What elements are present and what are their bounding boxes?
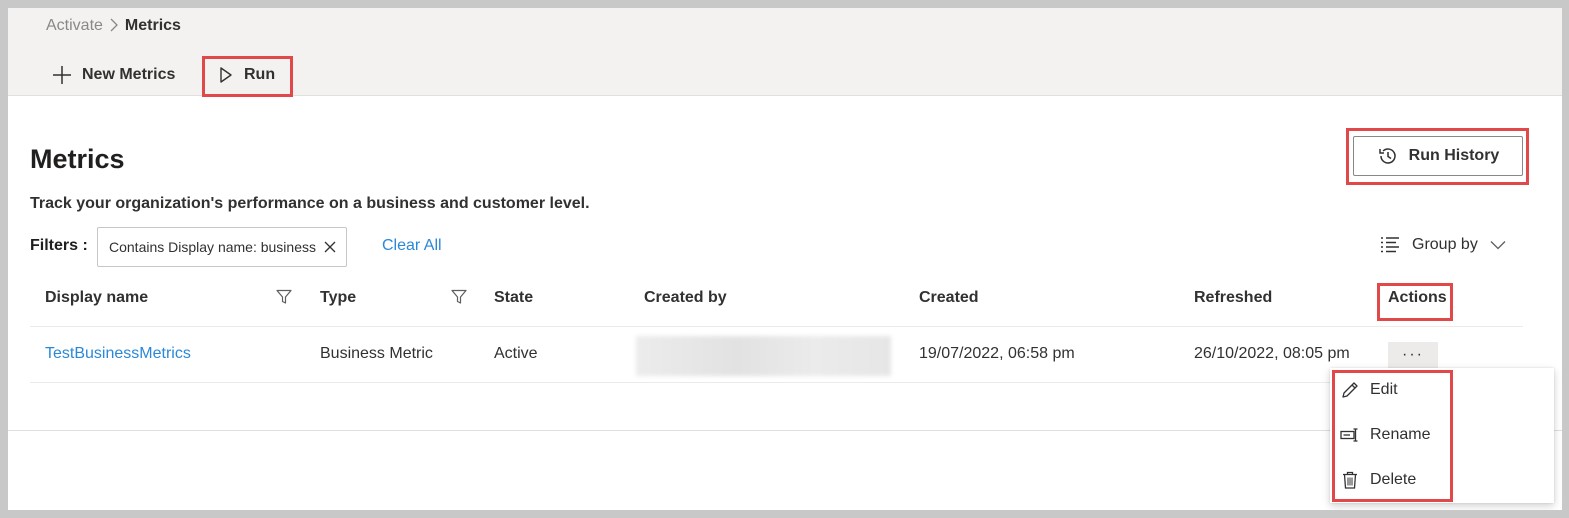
rename-icon [1340,428,1358,442]
metric-refreshed: 26/10/2022, 08:05 pm [1194,345,1350,362]
actions-context-menu: Edit Rename Delete [1330,368,1554,503]
metric-state: Active [494,345,538,362]
filters-label: Filters : [30,237,88,254]
filter-icon[interactable] [451,289,467,305]
page-subtitle: Track your organization's performance on… [30,195,590,212]
column-header-display-name[interactable]: Display name [45,289,148,307]
play-icon [220,67,232,83]
created-by-redacted [636,336,891,376]
table-header-divider [30,326,1523,327]
run-button[interactable]: Run [218,58,275,92]
history-icon [1378,148,1396,164]
breadcrumb-activate[interactable]: Activate [46,17,103,35]
new-metrics-button[interactable]: New Metrics [52,58,175,92]
column-header-state[interactable]: State [494,289,533,307]
column-header-refreshed[interactable]: Refreshed [1194,289,1272,307]
filter-icon[interactable] [276,289,292,305]
group-by-label: Group by [1412,236,1478,253]
metric-name-link[interactable]: TestBusinessMetrics [45,345,191,363]
app-window: Activate Metrics New Metrics Run Metrics… [8,8,1562,510]
page-title: Metrics [30,144,125,174]
menu-item-delete[interactable]: Delete [1330,460,1554,500]
chevron-down-icon [1490,240,1506,250]
new-metrics-label: New Metrics [82,66,176,83]
run-history-label: Run History [1408,147,1500,164]
breadcrumb: Activate Metrics [46,17,181,35]
add-icon [53,66,71,84]
metric-type: Business Metric [320,345,433,362]
top-bar: Activate Metrics New Metrics Run [8,8,1562,96]
more-actions-button[interactable]: ··· [1388,342,1438,368]
breadcrumb-metrics: Metrics [124,17,181,34]
trash-icon [1343,471,1357,489]
filter-chip[interactable]: Contains Display name: business [97,227,347,267]
menu-item-edit-label: Edit [1370,381,1398,398]
column-header-created-by[interactable]: Created by [644,289,727,307]
group-by-button[interactable]: Group by [1380,236,1506,254]
edit-icon [1342,382,1358,398]
menu-item-edit[interactable]: Edit [1330,370,1554,410]
column-header-created[interactable]: Created [919,289,979,307]
menu-item-rename-label: Rename [1370,426,1431,443]
chevron-right-icon [109,18,119,35]
menu-item-rename[interactable]: Rename [1330,415,1554,455]
list-icon [1380,236,1400,254]
section-divider [8,430,1562,431]
run-history-button[interactable]: Run History [1353,136,1523,176]
metric-created: 19/07/2022, 06:58 pm [919,345,1075,362]
filter-chip-label: Contains Display name: business [109,239,316,255]
clear-all-link[interactable]: Clear All [382,237,442,255]
column-header-actions: Actions [1388,289,1447,306]
close-icon[interactable] [324,241,336,253]
column-header-type[interactable]: Type [320,289,356,307]
table-row-divider [30,382,1523,383]
menu-item-delete-label: Delete [1370,471,1417,488]
run-label: Run [244,66,276,83]
